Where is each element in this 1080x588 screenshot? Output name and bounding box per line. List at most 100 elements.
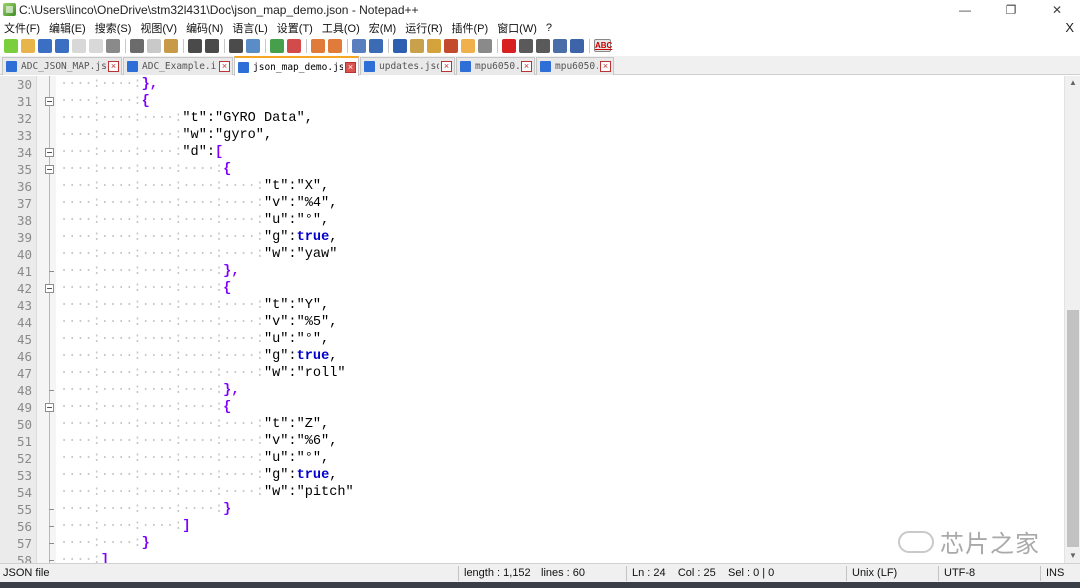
menu-item[interactable]: 文件(F) xyxy=(4,20,40,36)
copy-icon[interactable] xyxy=(147,38,161,53)
menu-item[interactable]: 语言(L) xyxy=(232,20,267,36)
tab-json-map-demo-json[interactable]: json_map_demo.json× xyxy=(234,56,359,76)
tab-mpu6050-h[interactable]: mpu6050.h× xyxy=(536,57,614,75)
tab-mpu6050-c[interactable]: mpu6050.c× xyxy=(456,57,535,75)
close-window-button[interactable]: ✕ xyxy=(1034,0,1080,19)
run-macro-multiple-icon[interactable] xyxy=(553,38,567,53)
status-eol[interactable]: Unix (LF) xyxy=(852,564,897,583)
stop-record-icon[interactable] xyxy=(519,38,533,53)
code-line[interactable]: 49 ····:····:····:····:{ xyxy=(0,399,1064,416)
close-document-button[interactable]: X xyxy=(1065,20,1074,35)
tab-close-icon[interactable]: × xyxy=(441,61,452,72)
menu-item[interactable]: 运行(R) xyxy=(405,20,442,36)
tab-updates-json[interactable]: updates.json× xyxy=(360,57,455,75)
editor-area[interactable]: 30 ····:····:}, 31 ····:····:{32 ····:····:·… xyxy=(0,76,1064,563)
code-line[interactable]: 37 ····:····:····:····:····:"v":"%4", xyxy=(0,195,1064,212)
code-line[interactable]: 31 ····:····:{ xyxy=(0,93,1064,110)
menu-item[interactable]: 编码(N) xyxy=(186,20,223,36)
fold-toggle-icon[interactable] xyxy=(45,165,54,174)
undo-icon[interactable] xyxy=(188,38,202,53)
code-line[interactable]: 45 ····:····:····:····:····:"u":"°", xyxy=(0,331,1064,348)
code-line[interactable]: 53 ····:····:····:····:····:"g":true, xyxy=(0,467,1064,484)
indent-guide-icon[interactable] xyxy=(393,38,407,53)
redo-icon[interactable] xyxy=(205,38,219,53)
user-lang-icon[interactable] xyxy=(410,38,424,53)
code-line[interactable]: 52 ····:····:····:····:····:"u":"°", xyxy=(0,450,1064,467)
print-icon[interactable] xyxy=(106,38,120,53)
fold-toggle-icon[interactable] xyxy=(45,148,54,157)
sync-horizontal-icon[interactable] xyxy=(328,38,342,53)
code-line[interactable]: 54 ····:····:····:····:····:"w":"pitch" xyxy=(0,484,1064,501)
show-all-chars-icon[interactable] xyxy=(369,38,383,53)
scroll-down-arrow-icon[interactable]: ▼ xyxy=(1065,549,1080,563)
restore-button[interactable]: ❐ xyxy=(988,0,1034,19)
code-line[interactable]: 44 ····:····:····:····:····:"v":"%5", xyxy=(0,314,1064,331)
code-line[interactable]: 47 ····:····:····:····:····:"w":"roll" xyxy=(0,365,1064,382)
doc-map-icon[interactable] xyxy=(427,38,441,53)
play-macro-icon[interactable] xyxy=(536,38,550,53)
menu-item[interactable]: 工具(O) xyxy=(322,20,360,36)
code-line[interactable]: 38 ····:····:····:····:····:"u":"°", xyxy=(0,212,1064,229)
code-line[interactable]: 50 ····:····:····:····:····:"t":"Z", xyxy=(0,416,1064,433)
code-line[interactable]: 43 ····:····:····:····:····:"t":"Y", xyxy=(0,297,1064,314)
open-file-icon[interactable] xyxy=(21,38,35,53)
code-line[interactable]: 40 ····:····:····:····:····:"w":"yaw" xyxy=(0,246,1064,263)
new-file-icon[interactable] xyxy=(4,38,18,53)
code-line[interactable]: 51 ····:····:····:····:····:"v":"%6", xyxy=(0,433,1064,450)
code-line[interactable]: 55 ····:····:····:····:} xyxy=(0,501,1064,518)
paste-icon[interactable] xyxy=(164,38,178,53)
tab-close-icon[interactable]: × xyxy=(219,61,230,72)
spell-check-icon[interactable]: ABC xyxy=(594,39,612,52)
fold-toggle-icon[interactable] xyxy=(45,284,54,293)
fold-toggle-icon[interactable] xyxy=(45,97,54,106)
tab-close-icon[interactable]: × xyxy=(600,61,611,72)
menu-item[interactable]: 设置(T) xyxy=(277,20,313,36)
menu-item[interactable]: 搜索(S) xyxy=(95,20,132,36)
vertical-scrollbar[interactable]: ▲ ▼ xyxy=(1064,76,1080,563)
close-all-icon[interactable] xyxy=(89,38,103,53)
status-encoding[interactable]: UTF-8 xyxy=(944,564,975,583)
replace-icon[interactable] xyxy=(246,38,260,53)
save-macro-icon[interactable] xyxy=(570,38,584,53)
code-line[interactable]: 41 ····:····:····:····:}, xyxy=(0,263,1064,280)
word-wrap-icon[interactable] xyxy=(352,38,366,53)
code-line[interactable]: 30 ····:····:}, xyxy=(0,76,1064,93)
tab-close-icon[interactable]: × xyxy=(345,61,356,73)
folder-workspace-icon[interactable] xyxy=(461,38,475,53)
save-icon[interactable] xyxy=(38,38,52,53)
tab-close-icon[interactable]: × xyxy=(108,61,119,72)
find-icon[interactable] xyxy=(229,38,243,53)
cut-icon[interactable] xyxy=(130,38,144,53)
scrollbar-thumb[interactable] xyxy=(1067,310,1079,547)
zoom-out-icon[interactable] xyxy=(287,38,301,53)
scroll-up-arrow-icon[interactable]: ▲ xyxy=(1065,76,1080,90)
code-line[interactable]: 39 ····:····:····:····:····:"g":true, xyxy=(0,229,1064,246)
close-icon[interactable] xyxy=(72,38,86,53)
menu-item[interactable]: 宏(M) xyxy=(369,20,397,36)
monitoring-icon[interactable] xyxy=(478,38,492,53)
menu-item[interactable]: 插件(P) xyxy=(452,20,489,36)
tab-close-icon[interactable]: × xyxy=(521,61,532,72)
fold-toggle-icon[interactable] xyxy=(45,403,54,412)
code-line[interactable]: 36 ····:····:····:····:····:"t":"X", xyxy=(0,178,1064,195)
code-line[interactable]: 34 ····:····:····:"d":[ xyxy=(0,144,1064,161)
menu-item[interactable]: ? xyxy=(546,22,552,34)
menu-item[interactable]: 编辑(E) xyxy=(49,20,86,36)
tab-adc-json-map-json[interactable]: ADC_JSON_MAP.json× xyxy=(2,57,122,75)
code-line[interactable]: 35 ····:····:····:····:{ xyxy=(0,161,1064,178)
zoom-in-icon[interactable] xyxy=(270,38,284,53)
code-line[interactable]: 32 ····:····:····:"t":"GYRO Data", xyxy=(0,110,1064,127)
code-line[interactable]: 48 ····:····:····:····:}, xyxy=(0,382,1064,399)
code-line[interactable]: 46 ····:····:····:····:····:"g":true, xyxy=(0,348,1064,365)
record-macro-icon[interactable] xyxy=(502,38,516,53)
menu-item[interactable]: 视图(V) xyxy=(140,20,177,36)
status-insert-mode[interactable]: INS xyxy=(1046,564,1064,583)
function-list-icon[interactable] xyxy=(444,38,458,53)
minimize-button[interactable]: — xyxy=(942,0,988,19)
code-line[interactable]: 33 ····:····:····:"w":"gyro", xyxy=(0,127,1064,144)
menu-item[interactable]: 窗口(W) xyxy=(497,20,537,36)
sync-vertical-icon[interactable] xyxy=(311,38,325,53)
tab-adc-example-ino[interactable]: ADC_Example.ino× xyxy=(123,57,233,75)
save-all-icon[interactable] xyxy=(55,38,69,53)
code-line[interactable]: 42 ····:····:····:····:{ xyxy=(0,280,1064,297)
